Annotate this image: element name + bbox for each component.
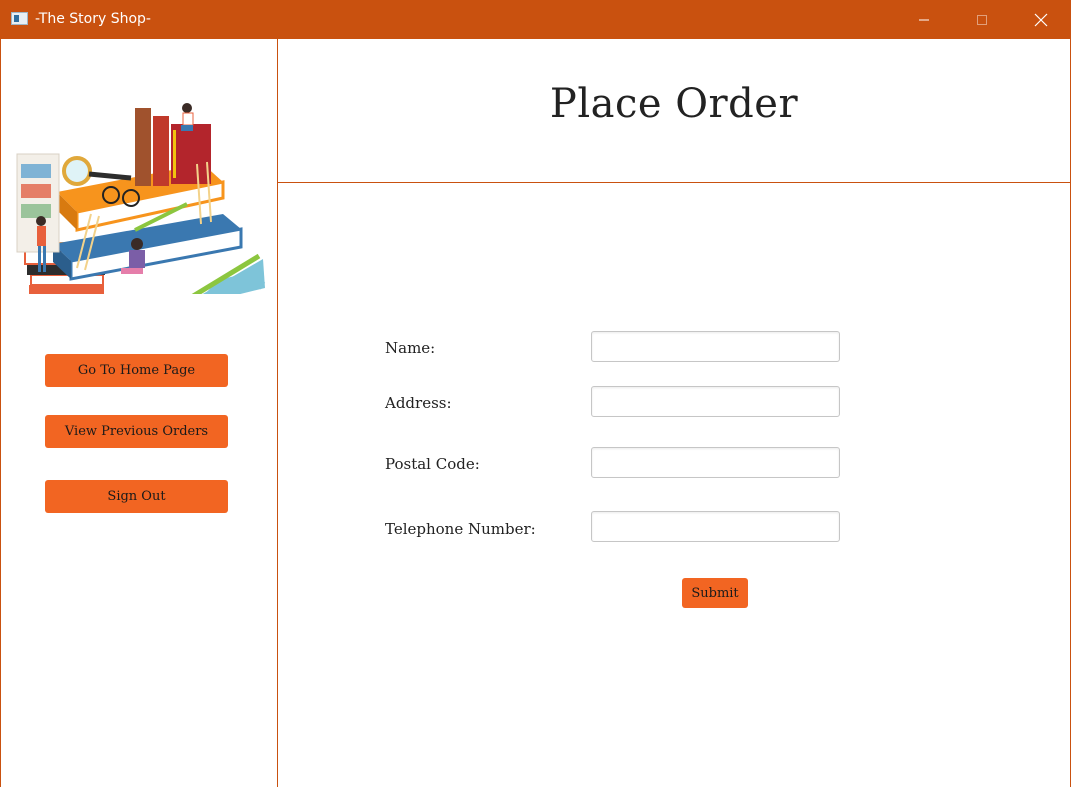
name-field[interactable] (591, 331, 840, 362)
maximize-icon (977, 14, 987, 25)
name-label: Name: (385, 339, 436, 357)
main-panel: Place Order Name: Address: Postal Code: … (278, 39, 1070, 787)
view-previous-orders-button[interactable]: View Previous Orders (45, 415, 228, 448)
sign-out-button[interactable]: Sign Out (45, 480, 228, 513)
title-bar: -The Story Shop- (0, 0, 1071, 39)
close-button[interactable] (1012, 0, 1070, 39)
maximize-button[interactable] (953, 0, 1011, 39)
header-divider (278, 182, 1070, 183)
telephone-number-field[interactable] (591, 511, 840, 542)
app-window-icon (11, 12, 28, 25)
postal-code-label: Postal Code: (385, 455, 480, 473)
address-field[interactable] (591, 386, 840, 417)
minimize-icon (919, 19, 929, 20)
window-title: -The Story Shop- (35, 11, 151, 27)
books-illustration-image (16, 103, 266, 294)
page-title: Place Order (549, 81, 799, 127)
go-to-home-page-button[interactable]: Go To Home Page (45, 354, 228, 387)
submit-button[interactable]: Submit (682, 578, 748, 608)
telephone-number-label: Telephone Number: (385, 520, 536, 538)
sidebar: Go To Home Page View Previous Orders Sig… (1, 39, 278, 787)
minimize-button[interactable] (895, 0, 953, 39)
postal-code-field[interactable] (591, 447, 840, 478)
address-label: Address: (385, 394, 452, 412)
close-icon (1034, 13, 1048, 26)
